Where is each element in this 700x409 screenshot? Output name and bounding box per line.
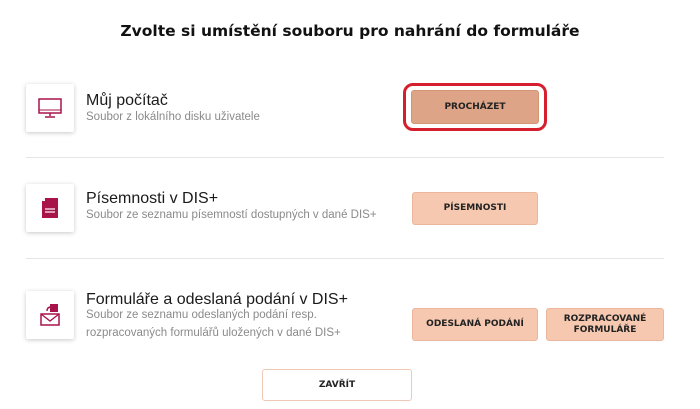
sent-submissions-button[interactable]: ODESLANÁ PODÁNÍ (412, 308, 538, 341)
dialog-title: Zvolte si umístění souboru pro nahrání d… (120, 22, 580, 40)
option-description: Soubor z lokálního disku uživatele (86, 111, 260, 123)
button-label-line: ROZPRACOVANÉ (563, 313, 647, 324)
button-label-line: FORMULÁŘE (573, 324, 637, 335)
inbox-upload-icon (26, 291, 74, 339)
browse-button[interactable]: PROCHÁZET (411, 90, 539, 124)
monitor-icon (26, 84, 74, 132)
divider (26, 157, 664, 158)
option-description-line: Soubor ze seznamu odeslaných podání resp… (86, 309, 317, 321)
divider (26, 258, 664, 259)
documents-button[interactable]: PÍSEMNOSTI (412, 192, 538, 225)
close-button[interactable]: ZAVŘÍT (262, 369, 412, 401)
drafted-forms-button[interactable]: ROZPRACOVANÉ FORMULÁŘE (546, 308, 664, 341)
document-icon (26, 184, 74, 232)
option-description-line: rozpracovaných formulářů uložených v dan… (86, 327, 341, 339)
option-description: Soubor ze seznamu písemností dostupných … (86, 209, 377, 221)
